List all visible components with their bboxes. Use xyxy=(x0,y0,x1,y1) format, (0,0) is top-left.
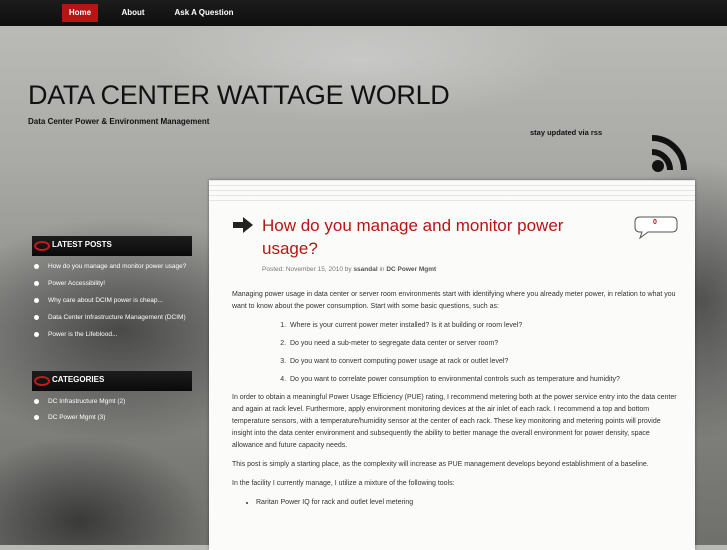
ring-icon xyxy=(34,241,50,251)
post-paragraph: In the facility I currently manage, I ut… xyxy=(232,480,455,487)
comment-count[interactable]: 0 xyxy=(634,219,676,226)
nav-home-link[interactable]: Home xyxy=(62,4,98,22)
question-list: Where is your current power meter instal… xyxy=(232,320,682,386)
tools-list: Raritan Power IQ for rack and outlet lev… xyxy=(232,497,682,509)
category-item[interactable]: DC Infrastructure Mgmt (2) xyxy=(34,397,194,406)
question-item: Do you need a sub-meter to segregate dat… xyxy=(288,338,682,350)
categories-list: DC Infrastructure Mgmt (2) DC Power Mgmt… xyxy=(34,397,194,422)
latest-posts-title: LATEST POSTS xyxy=(52,240,112,249)
site-title[interactable]: DATA CENTER WATTAGE WORLD xyxy=(28,80,450,111)
question-item: Do you want to convert computing power u… xyxy=(288,356,682,368)
post-paragraph: This post is simply a starting place, as… xyxy=(232,461,649,468)
nav-about-link[interactable]: About xyxy=(112,4,154,22)
arrow-right-icon xyxy=(233,217,253,233)
site-description: Data Center Power & Environment Manageme… xyxy=(28,117,210,126)
category-item[interactable]: DC Power Mgmt (3) xyxy=(34,413,194,422)
post-title[interactable]: How do you manage and monitor power usag… xyxy=(262,214,582,260)
ring-icon xyxy=(34,376,50,386)
post-meta-in: in xyxy=(379,266,385,273)
latest-post-item[interactable]: Power is the Lifeblood... xyxy=(34,330,194,339)
paper-lines xyxy=(209,180,695,204)
post-category[interactable]: DC Power Mgmt xyxy=(386,266,436,273)
post-paragraph: In order to obtain a meaningful Power Us… xyxy=(232,394,677,449)
latest-post-item[interactable]: Power Accessibility! xyxy=(34,279,194,288)
latest-post-item[interactable]: How do you manage and monitor power usag… xyxy=(34,262,194,271)
post-body: Managing power usage in data center or s… xyxy=(232,289,682,509)
categories-header: CATEGORIES xyxy=(32,371,192,391)
post-intro: Managing power usage in data center or s… xyxy=(232,291,676,310)
question-item: Where is your current power meter instal… xyxy=(288,320,682,332)
question-item: Do you want to correlate power consumpti… xyxy=(288,374,682,386)
post-meta: Posted: November 15, 2010 by ssandal in … xyxy=(262,266,436,273)
nav-ask-link[interactable]: Ask A Question xyxy=(168,4,240,22)
latest-post-item[interactable]: Why care about DCIM power is cheap... xyxy=(34,296,194,305)
rss-icon[interactable] xyxy=(648,132,696,174)
top-nav-bar: Home About Ask A Question xyxy=(0,0,727,26)
latest-posts-header: LATEST POSTS xyxy=(32,236,192,256)
rss-link[interactable]: stay updated via rss xyxy=(530,128,602,137)
post-author[interactable]: ssandal xyxy=(353,266,377,273)
tool-item: Raritan Power IQ for rack and outlet lev… xyxy=(256,497,682,509)
latest-posts-list: How do you manage and monitor power usag… xyxy=(34,262,194,339)
post-date: Posted: November 15, 2010 by xyxy=(262,266,352,273)
latest-post-item[interactable]: Data Center Infrastructure Management (D… xyxy=(34,313,194,322)
categories-title: CATEGORIES xyxy=(52,375,105,384)
